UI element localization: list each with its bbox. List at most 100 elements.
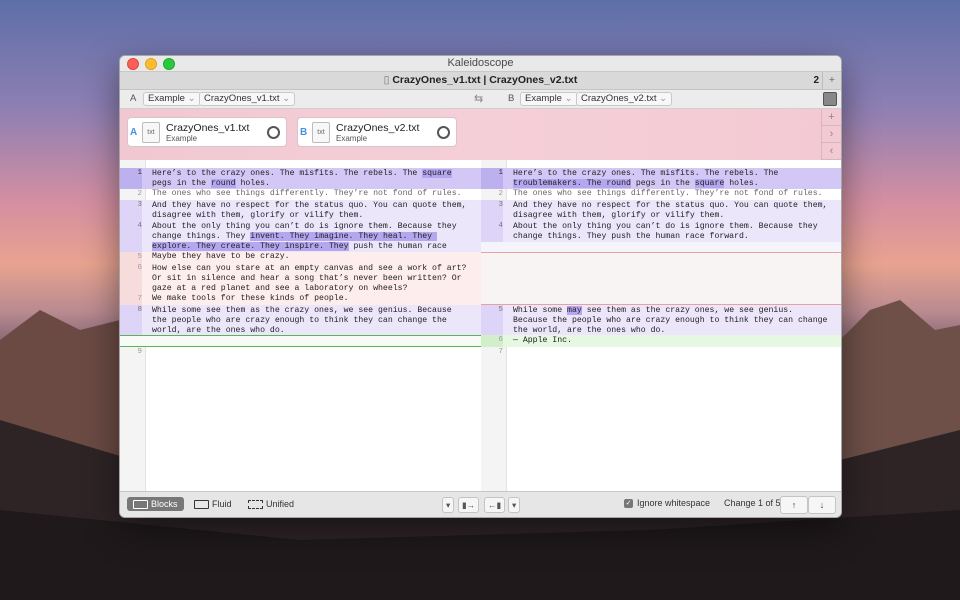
path-a-file[interactable]: CrazyOnes_v1.txt ⌄ (199, 92, 296, 106)
line-number: 7 (498, 348, 503, 356)
tab-title: CrazyOnes_v1.txt | CrazyOnes_v2.txt (392, 74, 578, 86)
path-a-folder-text: Example (148, 93, 185, 104)
changed-word: square (422, 169, 452, 178)
insertion-placeholder (120, 335, 481, 347)
line-text: About the only thing you can’t do is ign… (513, 222, 823, 242)
close-button[interactable] (127, 58, 139, 70)
previous-change-button[interactable]: ↑ (780, 496, 808, 514)
line-text: Maybe they have to be crazy. (152, 252, 290, 261)
change-counter: Change 1 of 5 (724, 498, 781, 508)
changed-word: troublemakers. The round (513, 179, 631, 189)
line-number: 1 (481, 168, 503, 189)
line-number: 3 (120, 200, 142, 221)
file-a-letter: A (130, 127, 138, 138)
file-side-buttons: + › ‹ (821, 109, 841, 161)
mode-unified-label: Unified (266, 499, 295, 509)
path-b-file[interactable]: CrazyOnes_v2.txt ⌄ (576, 92, 673, 106)
previous-file-button[interactable]: ‹ (822, 143, 841, 160)
diff-line-deleted[interactable]: 6 How else can you stare at an empty can… (120, 263, 481, 294)
path-bar: A Example ⌄ CrazyOnes_v1.txt ⌄ ⇆ B Examp… (120, 90, 841, 109)
merge-right-button[interactable]: ▮→ (458, 497, 480, 513)
add-file-button[interactable]: + (822, 109, 841, 126)
diff-line[interactable]: 3 And they have no respect for the statu… (120, 200, 481, 221)
blocks-icon (133, 500, 148, 509)
ignore-whitespace-label: Ignore whitespace (637, 498, 711, 508)
diff-line[interactable]: 1 Here’s to the crazy ones. The misfits.… (481, 168, 841, 189)
file-a-folder: Example (166, 134, 198, 143)
diff-line[interactable]: 8 While some see them as the crazy ones,… (120, 305, 481, 335)
diff-line[interactable]: 3 And they have no respect for the statu… (481, 200, 841, 221)
file-card-b[interactable]: B txt CrazyOnes_v2.txt Example (297, 117, 457, 147)
file-b-radio[interactable] (437, 126, 450, 139)
line-text: While some see them as the crazy ones, w… (152, 306, 457, 336)
swap-icon[interactable]: ⇆ (474, 92, 483, 105)
diff-line[interactable]: 5 While some may see them as the crazy o… (481, 305, 841, 335)
path-a-folder[interactable]: Example ⌄ (143, 92, 201, 106)
window-controls (127, 58, 175, 70)
diff-line-deleted[interactable]: 7 We make tools for these kinds of peopl… (120, 294, 481, 305)
documents-icon[interactable] (823, 92, 837, 106)
left-options-dropdown[interactable]: ▾ (442, 497, 455, 513)
next-change-button[interactable]: ↓ (808, 496, 836, 514)
line-text: How else can you stare at an empty canva… (152, 264, 472, 294)
diff-line[interactable]: 1 Here’s to the crazy ones. The misfits.… (120, 168, 481, 189)
mode-fluid-button[interactable]: Fluid (188, 497, 238, 511)
line-number: 5 (481, 305, 503, 335)
mode-blocks-label: Blocks (151, 499, 178, 509)
right-options-dropdown[interactable]: ▾ (508, 497, 521, 513)
diff-line[interactable]: 4 About the only thing you can’t do is i… (120, 221, 481, 262)
fluid-icon (194, 500, 209, 509)
line-text: — Apple Inc. (513, 336, 572, 345)
changed-word: square (694, 179, 725, 189)
changed-word: may (567, 306, 582, 315)
file-b-name: CrazyOnes_v2.txt (336, 122, 420, 134)
line-text: Here’s to the crazy ones. The misfits. T… (152, 169, 471, 189)
file-header: A txt CrazyOnes_v1.txt Example B txt Cra… (120, 109, 841, 161)
chevron-down-icon: ⌄ (282, 93, 291, 104)
zoom-button[interactable] (163, 58, 175, 70)
mode-blocks-button[interactable]: Blocks (127, 497, 184, 511)
line-number: 1 (120, 168, 142, 189)
chevron-down-icon: ⌄ (564, 93, 573, 104)
path-a-file-text: CrazyOnes_v1.txt (204, 93, 280, 104)
minimize-button[interactable] (145, 58, 157, 70)
file-a-radio[interactable] (267, 126, 280, 139)
right-pane[interactable]: 1 Here’s to the crazy ones. The misfits.… (481, 160, 841, 491)
diff-line[interactable]: 7 (481, 347, 841, 358)
diff-line-deleted[interactable]: 5 Maybe they have to be crazy. (120, 252, 481, 263)
merge-left-button[interactable]: ←▮ (484, 497, 506, 513)
diff-line[interactable]: 2 The ones who see things differently. T… (481, 189, 841, 200)
file-card-a[interactable]: A txt CrazyOnes_v1.txt Example (127, 117, 287, 147)
path-b-label: B (508, 93, 515, 104)
path-b-folder-text: Example (525, 93, 562, 104)
text-segment: pegs in the (630, 179, 695, 189)
text-segment: holes. (235, 179, 270, 189)
file-b-letter: B (300, 127, 308, 138)
text-segment: Here’s to the crazy ones. The misfits. T… (152, 169, 423, 178)
line-number: 9 (137, 348, 142, 356)
next-file-button[interactable]: › (822, 126, 841, 143)
chevron-down-icon: ⌄ (187, 93, 196, 104)
add-tab-button[interactable]: + (822, 72, 841, 89)
text-segment: While some (513, 306, 568, 315)
left-pane[interactable]: 1 Here’s to the crazy ones. The misfits.… (120, 160, 482, 491)
tab-comparison[interactable]: ▯ CrazyOnes_v1.txt | CrazyOnes_v2.txt (384, 74, 578, 86)
line-number: 2 (498, 190, 503, 198)
diff-line[interactable]: 9 (120, 347, 481, 358)
line-number: 4 (120, 221, 142, 252)
text-file-icon: txt (142, 122, 160, 143)
diff-line-inserted[interactable]: 6 — Apple Inc. (481, 335, 841, 347)
mode-unified-button[interactable]: Unified (242, 497, 300, 511)
text-segment: Here’s to the crazy ones. The misfits. T… (513, 169, 784, 178)
line-number: 5 (120, 252, 142, 263)
diff-line[interactable]: 4 About the only thing you can’t do is i… (481, 221, 841, 242)
diff-line[interactable]: 2 The ones who see things differently. T… (120, 189, 481, 200)
file-b-folder: Example (336, 134, 368, 143)
ignore-whitespace-checkbox[interactable]: ✓ (624, 499, 633, 508)
line-number: 7 (120, 294, 142, 305)
path-b-folder[interactable]: Example ⌄ (520, 92, 578, 106)
line-number: 6 (481, 335, 503, 347)
line-number: 4 (481, 221, 503, 242)
line-number: 2 (137, 190, 142, 198)
